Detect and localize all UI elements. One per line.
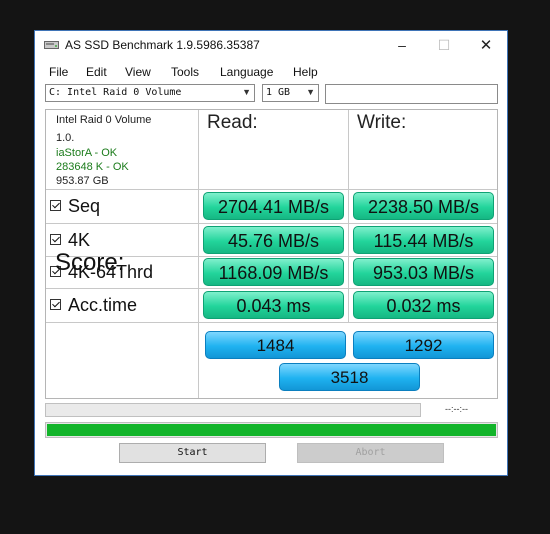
- overall-progress-bar: [45, 422, 498, 438]
- 4k-read-result: 45.76 MB/s: [203, 226, 344, 254]
- seq-write-result: 2238.50 MB/s: [353, 192, 494, 220]
- write-header: Write:: [357, 112, 407, 133]
- row-acc-label[interactable]: Acc.time: [50, 290, 137, 321]
- score-label: Score:: [55, 249, 125, 276]
- 4k64-read-result: 1168.09 MB/s: [203, 258, 344, 286]
- size-select-value: 1 GB: [266, 87, 291, 98]
- column-divider: [348, 110, 349, 322]
- row-divider: [46, 189, 497, 190]
- menu-help[interactable]: Help: [293, 65, 318, 79]
- driver-status: iaStorA - OK: [56, 147, 118, 159]
- row-seq-label[interactable]: Seq: [50, 191, 100, 222]
- menu-tools[interactable]: Tools: [171, 65, 199, 79]
- row-divider: [46, 288, 497, 289]
- seq-read-result: 2704.41 MB/s: [203, 192, 344, 220]
- menu-file[interactable]: File: [49, 65, 68, 79]
- elapsed-time: --:--:--: [445, 404, 468, 414]
- text-input[interactable]: [325, 84, 498, 104]
- total-score: 3518: [279, 363, 420, 391]
- row-label-text: Acc.time: [68, 295, 138, 315]
- checkbox-icon[interactable]: [50, 200, 61, 211]
- window-title: AS SSD Benchmark 1.9.5986.35387: [65, 38, 260, 52]
- results-panel: Intel Raid 0 Volume 1.0. iaStorA - OK 28…: [45, 109, 498, 399]
- main-window: AS SSD Benchmark 1.9.5986.35387 – ☐ ✕ Fi…: [34, 30, 508, 476]
- row-divider: [46, 223, 497, 224]
- start-button[interactable]: Start: [119, 443, 266, 463]
- minimize-button[interactable]: –: [381, 31, 423, 60]
- drive-capacity: 953.87 GB: [56, 175, 109, 187]
- test-progress-bar: [45, 403, 421, 417]
- acc-read-result: 0.043 ms: [203, 291, 344, 319]
- progress-fill: [47, 424, 496, 436]
- close-button[interactable]: ✕: [465, 31, 507, 60]
- checkbox-icon[interactable]: [50, 299, 61, 310]
- 4k64-write-result: 953.03 MB/s: [353, 258, 494, 286]
- title-bar[interactable]: AS SSD Benchmark 1.9.5986.35387 – ☐ ✕: [35, 31, 507, 61]
- row-divider: [46, 322, 497, 323]
- checkbox-icon[interactable]: [50, 234, 61, 245]
- column-divider: [198, 110, 199, 398]
- menu-edit[interactable]: Edit: [86, 65, 107, 79]
- chevron-down-icon: ▼: [242, 87, 251, 97]
- menu-view[interactable]: View: [125, 65, 151, 79]
- size-select[interactable]: 1 GB ▼: [262, 84, 319, 102]
- maximize-button[interactable]: ☐: [423, 31, 465, 60]
- menu-language[interactable]: Language: [220, 65, 273, 79]
- drive-firmware: 1.0.: [56, 132, 75, 144]
- menu-bar: File Edit View Tools Language Help: [35, 62, 507, 82]
- 4k-write-result: 115.44 MB/s: [353, 226, 494, 254]
- row-label-text: Seq: [68, 196, 101, 216]
- abort-button[interactable]: Abort: [297, 443, 444, 463]
- read-score: 1484: [205, 331, 346, 359]
- drive-icon: [44, 41, 59, 49]
- read-header: Read:: [207, 112, 258, 133]
- drive-name: Intel Raid 0 Volume: [56, 114, 152, 126]
- write-score: 1292: [353, 331, 494, 359]
- drive-select-value: C: Intel Raid 0 Volume: [49, 87, 182, 98]
- chevron-down-icon: ▼: [306, 87, 315, 97]
- row-label-text: 4K: [68, 230, 91, 250]
- drive-select[interactable]: C: Intel Raid 0 Volume ▼: [45, 84, 255, 102]
- acc-write-result: 0.032 ms: [353, 291, 494, 319]
- alignment-status: 283648 K - OK: [56, 161, 129, 173]
